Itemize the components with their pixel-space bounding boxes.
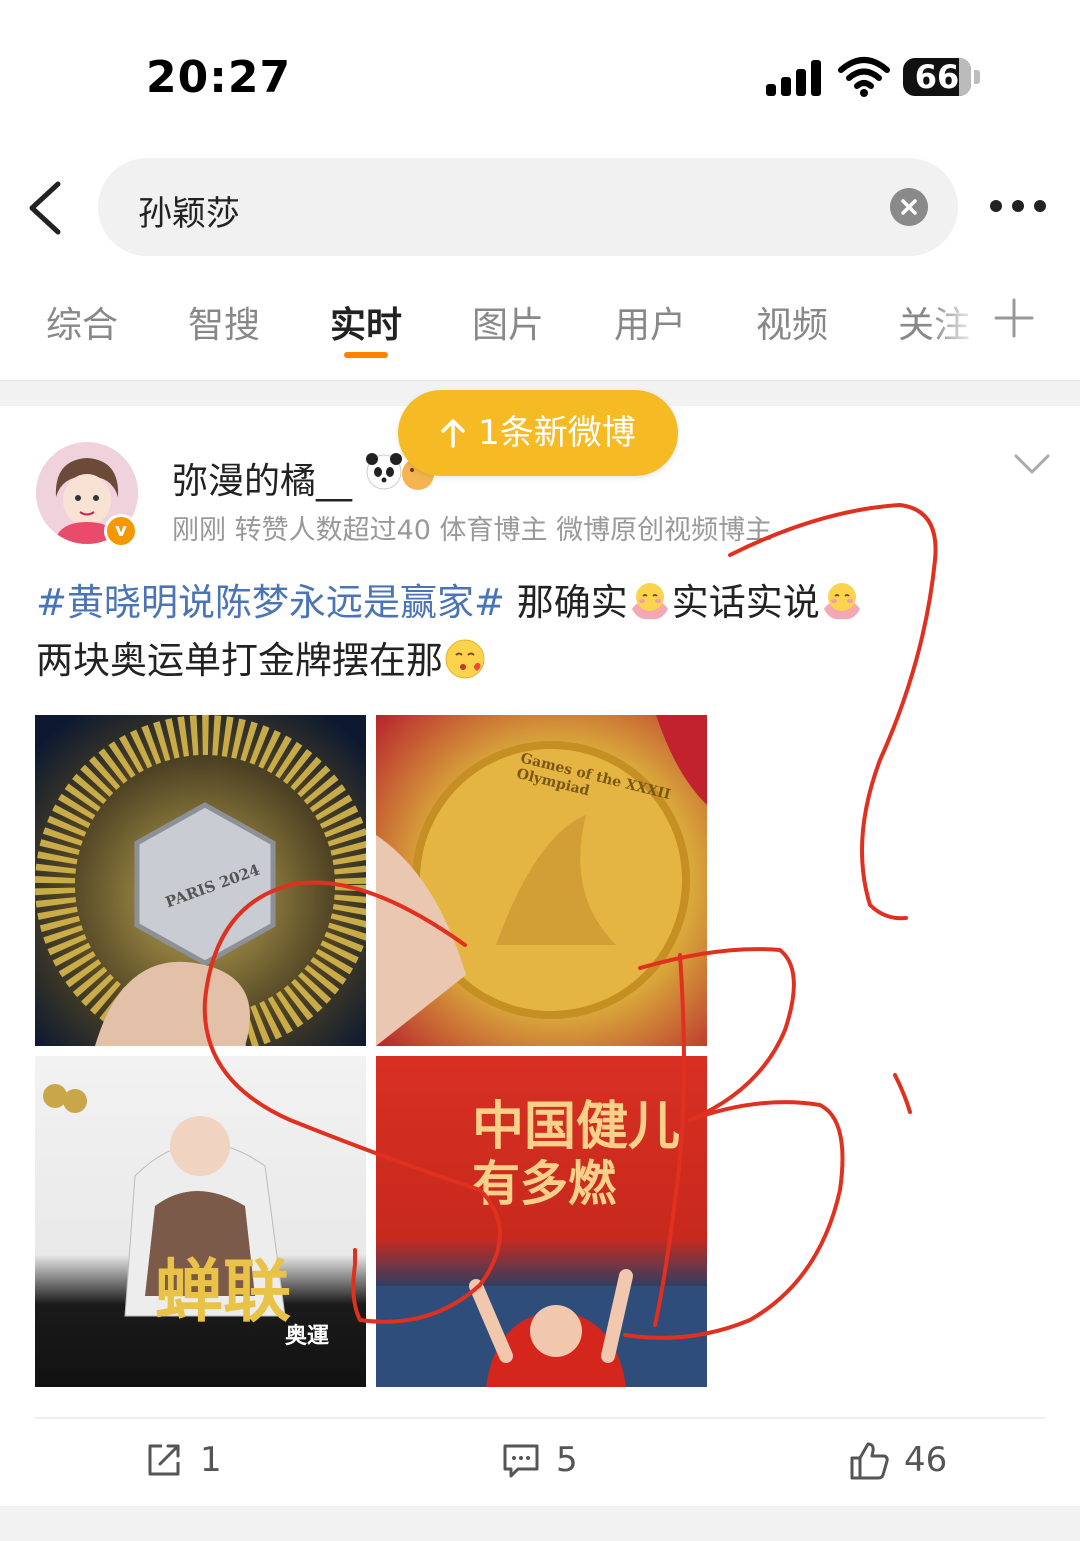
repost-count: 1 (200, 1440, 222, 1480)
tab-pictures[interactable]: 图片 (472, 296, 544, 348)
new-posts-button[interactable]: 1条新微博 (398, 390, 678, 476)
action-divider (34, 1417, 1046, 1419)
image-4-caption-2: 有多燃 (472, 1156, 617, 1212)
wifi-icon (838, 57, 890, 97)
tab-bar: 综合 智搜 实时 图片 用户 视频 关注 (0, 290, 1080, 370)
more-icon[interactable] (990, 200, 1048, 214)
post-text-3: 两块奥运单打金牌摆在那 (36, 639, 443, 682)
tab-videos[interactable]: 视频 (756, 296, 828, 348)
tab-comprehensive[interactable]: 综合 (46, 296, 118, 348)
thumbs-up-icon (850, 1442, 889, 1480)
repost-icon (148, 1444, 180, 1476)
post-image-2[interactable]: Games of the XXXII Olympiad (376, 715, 707, 1046)
chevron-down-icon[interactable] (1014, 452, 1050, 476)
tab-users[interactable]: 用户 (614, 296, 686, 348)
plus-icon[interactable] (994, 298, 1034, 338)
new-posts-label: 1条新微博 (478, 413, 636, 453)
battery-tip (974, 70, 980, 84)
tab-active-indicator (344, 352, 388, 358)
post-image-4[interactable]: 中国健儿 有多燃 (376, 1056, 707, 1387)
image-3-caption: 蝉联 (155, 1252, 292, 1332)
post-hashtag[interactable]: #黄晓明说陈梦永远是赢家# (36, 581, 505, 624)
shy-emoji-icon (823, 583, 860, 620)
tab-fade (930, 290, 980, 370)
post-username[interactable]: 弥漫的橘__ (172, 452, 352, 504)
image-3-caption-2: 奥運 (285, 1323, 330, 1349)
tab-realtime[interactable]: 实时 (330, 296, 402, 348)
kiss-emoji-icon (445, 639, 485, 679)
status-time: 20:27 (146, 52, 292, 103)
back-icon[interactable] (24, 180, 68, 236)
battery-icon: 66 (903, 58, 971, 96)
status-bar: 20:27 66 (0, 0, 1080, 150)
arrow-up-icon (441, 419, 465, 448)
search-input[interactable]: 孙颖莎 (98, 158, 958, 256)
post-text-2: 实话实说 (671, 581, 820, 624)
like-count: 46 (904, 1440, 948, 1480)
shy-emoji-icon (631, 583, 668, 620)
battery-level: 66 (914, 58, 960, 96)
comment-count: 5 (556, 1440, 578, 1480)
post-meta: 刚刚 转赞人数超过40 体育博主 微博原创视频博主 (172, 515, 773, 546)
post-image-1[interactable]: PARIS 2024 (35, 715, 366, 1046)
verified-badge-icon: v (104, 514, 138, 548)
search-query: 孙颖莎 (138, 194, 240, 234)
signal-icon (766, 60, 826, 96)
bottom-divider (0, 1506, 1080, 1541)
post-image-3[interactable]: 蝉联 奥運 (35, 1056, 366, 1387)
tab-smart-search[interactable]: 智搜 (188, 296, 260, 348)
clear-icon[interactable] (890, 188, 928, 226)
post-text: #黄晓明说陈梦永远是赢家# 那确实 实话实说 两块奥运单打金牌摆在那 (36, 574, 956, 690)
comment-icon (503, 1444, 539, 1478)
post-text-1: 那确实 (505, 581, 628, 624)
